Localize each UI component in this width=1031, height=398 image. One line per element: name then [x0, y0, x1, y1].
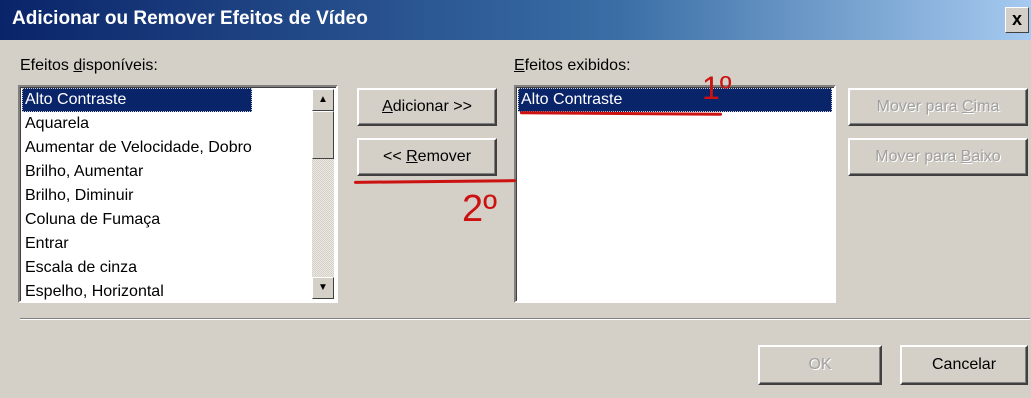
title-bar[interactable]: Adicionar ou Remover Efeitos de Vídeo x	[0, 0, 1031, 40]
move-down-prefix: Mover para	[875, 148, 961, 165]
displayed-effects-label: Efeitos exibidos:	[514, 57, 631, 75]
scroll-down-arrow-icon: ▼	[318, 282, 328, 293]
available-label-suffix: isponíveis:	[82, 57, 158, 74]
move-up-suffix: ima	[973, 98, 1000, 115]
list-item[interactable]: Escala de cinza	[22, 256, 252, 280]
scroll-down-button[interactable]: ▼	[312, 277, 334, 299]
scroll-up-arrow-icon: ▲	[318, 94, 328, 105]
cancel-button[interactable]: Cancelar	[900, 345, 1028, 385]
annotation-underline-2	[353, 179, 517, 184]
available-effects-label: Efeitos disponíveis:	[20, 57, 158, 75]
scroll-up-button[interactable]: ▲	[312, 89, 334, 111]
move-up-button[interactable]: Mover para Cima	[848, 88, 1028, 126]
available-effects-items: Alto Contraste Aquarela Aumentar de Veloci…	[22, 88, 252, 301]
available-label-prefix: Efeitos	[20, 57, 74, 74]
dialog-title: Adicionar ou Remover Efeitos de Vídeo	[12, 8, 368, 29]
move-down-button[interactable]: Mover para Baixo	[848, 138, 1028, 176]
list-item[interactable]: Alto Contraste	[22, 88, 252, 112]
annotation-step-1: 1º	[702, 70, 732, 106]
available-effects-list[interactable]: Alto Contraste Aquarela Aumentar de Veloci…	[18, 85, 338, 303]
move-up-accesskey: C	[962, 98, 974, 115]
scroll-thumb[interactable]	[312, 111, 334, 159]
move-down-suffix: aixo	[971, 148, 1001, 165]
available-label-accesskey: d	[73, 57, 83, 74]
list-item[interactable]: Aquarela	[22, 112, 252, 136]
displayed-effects-items: Alto Contraste	[518, 88, 832, 112]
separator-line	[20, 318, 1030, 320]
displayed-label-accesskey: E	[514, 57, 525, 74]
add-button-label: dicionar >>	[392, 98, 472, 115]
list-item[interactable]: Brilho, Diminuir	[22, 184, 252, 208]
list-item[interactable]: Coluna de Fumaça	[22, 208, 252, 232]
close-button[interactable]: x	[1005, 7, 1029, 33]
remove-button-label: emover	[417, 148, 472, 165]
add-button-accesskey: A	[382, 98, 393, 115]
annotation-step-2: 2º	[462, 188, 498, 230]
list-item[interactable]: Aumentar de Velocidade, Dobro	[22, 136, 252, 160]
displayed-effects-list[interactable]: Alto Contraste	[514, 85, 836, 303]
dialog-window: Adicionar ou Remover Efeitos de Vídeo x …	[0, 0, 1031, 398]
list-item[interactable]: Alto Contraste	[518, 88, 832, 112]
move-up-prefix: Mover para	[876, 98, 963, 115]
available-scrollbar[interactable]: ▲ ▼	[312, 89, 334, 299]
remove-button-accesskey: R	[406, 148, 418, 165]
remove-button[interactable]: << Remover	[357, 138, 497, 176]
displayed-label-suffix: feitos exibidos:	[524, 57, 631, 74]
list-item[interactable]: Brilho, Aumentar	[22, 160, 252, 184]
add-button[interactable]: Adicionar >>	[357, 88, 497, 126]
remove-button-prefix: <<	[382, 148, 407, 165]
list-item[interactable]: Entrar	[22, 232, 252, 256]
ok-button[interactable]: OK	[758, 345, 882, 385]
list-item[interactable]: Espelho, Horizontal	[22, 280, 252, 301]
move-down-accesskey: B	[960, 148, 972, 165]
